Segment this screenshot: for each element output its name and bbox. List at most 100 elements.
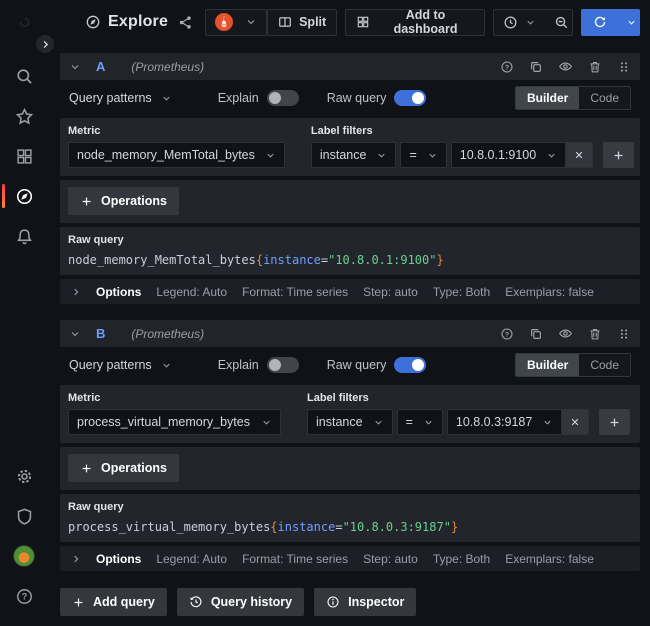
clock-icon [503,15,518,30]
close-icon [573,149,585,161]
explain-toggle[interactable] [267,357,299,373]
collapse-query-button[interactable] [69,328,81,340]
explore-compass-icon [85,14,101,30]
sidebar-item-alerting[interactable] [0,216,48,256]
raw-query-block: Raw query process_virtual_memory_bytes{i… [60,494,640,542]
code-close-brace: } [451,520,458,534]
option-legend: Legend: Auto [156,552,227,566]
chevron-right-icon [40,39,51,50]
filter-key-select[interactable]: instance [307,409,393,435]
chevron-down-icon [546,150,557,161]
code-open-brace: { [270,520,277,534]
sidebar-item-help[interactable] [0,576,48,616]
explore-content: A (Prometheus) Query patterns Explain Ra… [48,44,650,626]
options-expand-button[interactable] [71,287,81,297]
builder-mode-button[interactable]: Builder [516,354,579,376]
inspector-button[interactable]: Inspector [314,588,416,616]
option-format: Format: Time series [242,285,348,299]
add-filter-button[interactable] [599,409,630,435]
code-mode-button[interactable]: Code [579,354,630,376]
remove-query-trash-icon[interactable] [588,60,602,74]
expand-sidebar-button[interactable] [34,33,56,55]
metric-select[interactable]: process_virtual_memory_bytes [68,409,281,435]
sidebar-item-dashboards[interactable] [0,136,48,176]
history-icon [189,595,203,609]
info-circle-icon [326,595,340,609]
operations-label: Operations [101,461,167,475]
share-shortened-link-button[interactable] [178,15,193,30]
inspector-label: Inspector [348,595,404,609]
duplicate-query-icon[interactable] [529,60,543,74]
remove-filter-button[interactable] [562,409,589,435]
sidebar-item-starred[interactable] [0,96,48,136]
chevron-down-icon [373,417,384,428]
sidebar-item-search[interactable] [0,56,48,96]
collapse-query-button[interactable] [69,61,81,73]
query-header[interactable]: B (Prometheus) [60,320,640,347]
filter-value-select[interactable]: 10.8.0.1:9100 [451,142,566,168]
remove-filter-button[interactable] [566,142,593,168]
options-title: Options [96,285,141,299]
label-filters-label: Label filters [311,125,634,137]
drag-handle-icon[interactable] [617,60,631,74]
time-range-picker[interactable] [494,10,545,35]
filter-value-text: 10.8.0.3:9187 [456,415,532,429]
explain-label: Explain [218,358,259,372]
raw-query-toggle[interactable] [394,357,426,373]
query-help-icon[interactable] [500,60,514,74]
builder-mode-button[interactable]: Builder [516,87,579,109]
plus-icon [80,462,93,475]
split-button[interactable]: Split [267,9,337,36]
options-expand-button[interactable] [71,554,81,564]
metric-select[interactable]: node_memory_MemTotal_bytes [68,142,285,168]
chevron-down-icon [626,17,637,28]
toggle-knob [269,359,281,371]
remove-query-trash-icon[interactable] [588,327,602,341]
add-to-dashboard-button[interactable]: Add to dashboard [345,9,485,36]
add-query-button[interactable]: Add query [60,588,167,616]
add-filter-button[interactable] [603,142,634,168]
filter-key-select[interactable]: instance [311,142,397,168]
chevron-down-icon [245,16,257,28]
page-title: Explore [108,13,168,31]
sidebar-item-configuration[interactable] [0,456,48,496]
duplicate-query-icon[interactable] [529,327,543,341]
drag-handle-icon[interactable] [617,327,631,341]
chevron-right-icon [71,554,81,564]
explain-label: Explain [218,91,259,105]
query-help-icon[interactable] [500,327,514,341]
query-options-row[interactable]: Options Legend: Auto Format: Time series… [60,279,640,304]
filter-value-select[interactable]: 10.8.0.3:9187 [447,409,562,435]
option-step: Step: auto [363,285,418,299]
operations-label: Operations [101,194,167,208]
raw-query-code: process_virtual_memory_bytes{instance="1… [68,520,632,534]
option-type: Type: Both [433,552,490,566]
sidebar-item-explore[interactable] [0,176,48,216]
query-toolbar: Query patterns Explain Raw query Builder… [60,352,640,378]
datasource-picker[interactable] [205,9,267,36]
sidebar-item-server-admin[interactable] [0,496,48,536]
chevron-down-icon [161,360,172,371]
explain-toggle[interactable] [267,90,299,106]
query-patterns-button[interactable]: Query patterns [69,358,172,372]
query-header[interactable]: A (Prometheus) [60,53,640,80]
query-options-row[interactable]: Options Legend: Auto Format: Time series… [60,546,640,571]
filter-operator-select[interactable]: = [397,409,443,435]
alerting-bell-icon [15,227,34,246]
query-patterns-button[interactable]: Query patterns [69,91,172,105]
sidebar-item-profile[interactable] [0,536,48,576]
help-circle-icon [15,587,34,606]
raw-query-toggle[interactable] [394,90,426,106]
filter-operator-select[interactable]: = [400,142,446,168]
code-mode-button[interactable]: Code [579,87,630,109]
add-operation-button[interactable]: Operations [68,454,179,482]
time-zoom-out-button[interactable] [545,10,573,35]
chevron-down-icon [427,150,438,161]
split-icon [278,15,292,29]
refresh-interval-dropdown[interactable] [619,9,640,36]
add-operation-button[interactable]: Operations [68,187,179,215]
run-query-button[interactable] [581,9,619,36]
toggle-visibility-eye-icon[interactable] [558,59,573,74]
toggle-visibility-eye-icon[interactable] [558,326,573,341]
query-history-button[interactable]: Query history [177,588,304,616]
